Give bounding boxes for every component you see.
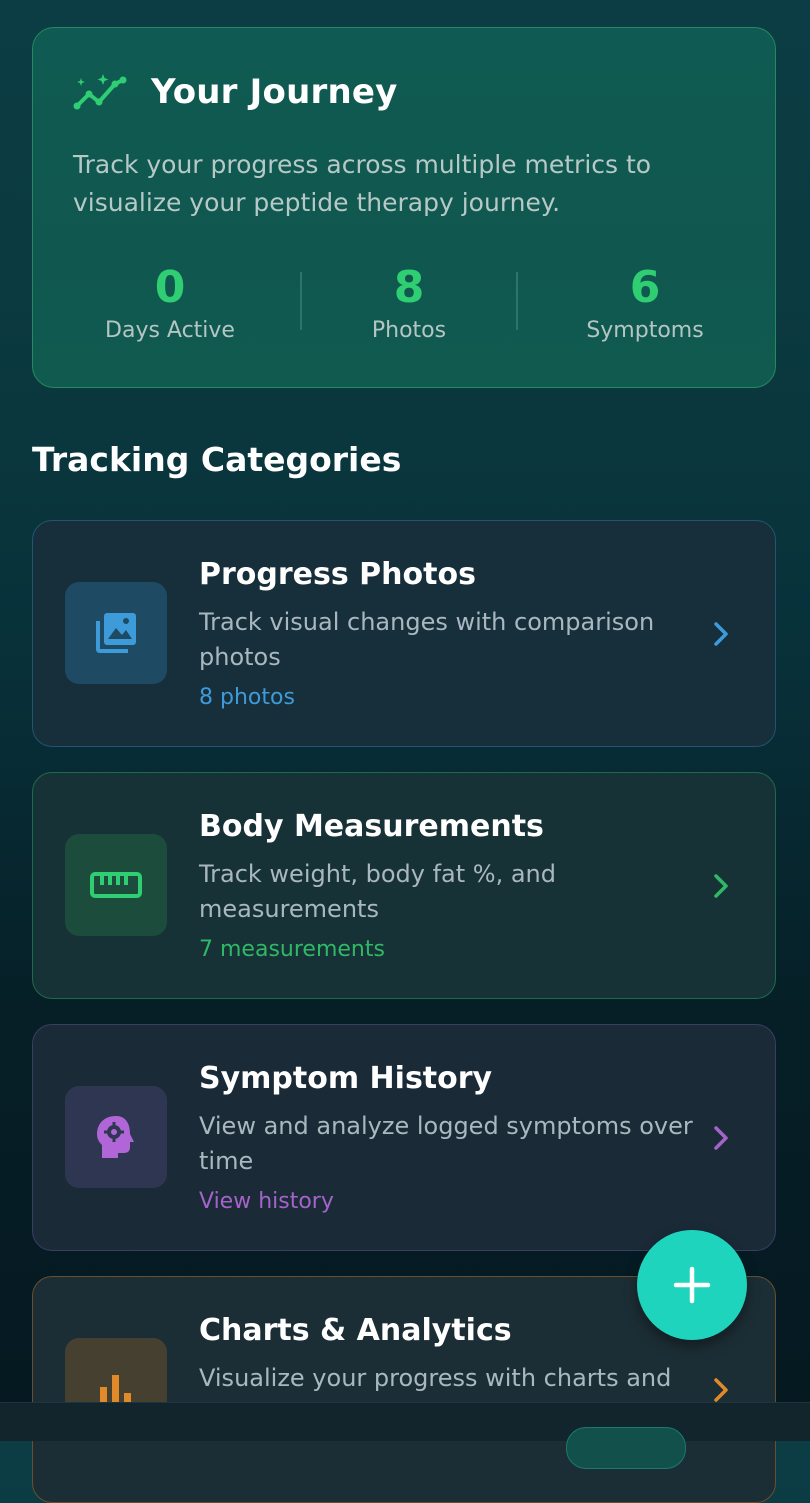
- ruler-icon: [90, 872, 142, 898]
- category-icon-box: [65, 1086, 167, 1188]
- category-progress-photos[interactable]: Progress Photos Track visual changes wit…: [32, 520, 776, 747]
- category-symptom-history[interactable]: Symptom History View and analyze logged …: [32, 1024, 776, 1251]
- category-description: Track visual changes with comparison pho…: [199, 608, 655, 671]
- bottom-nav-active-tab[interactable]: [566, 1427, 686, 1469]
- journey-title: Your Journey: [151, 72, 398, 112]
- category-title: Symptom History: [199, 1061, 493, 1096]
- head-gear-icon: [97, 1116, 134, 1158]
- stat-value: 0: [154, 262, 186, 313]
- journey-description: Track your progress across multiple metr…: [73, 150, 652, 217]
- chevron-right-icon: [714, 874, 728, 898]
- category-body-measurements[interactable]: Body Measurements Track weight, body fat…: [32, 772, 776, 999]
- photo-library-icon: [96, 613, 136, 653]
- stat-label: Photos: [371, 318, 447, 343]
- category-description: View and analyze logged symptoms over ti…: [199, 1112, 693, 1175]
- bottom-navigation-bar: [0, 1402, 810, 1469]
- stat-symptoms: 6 Symptoms: [545, 260, 745, 343]
- category-meta: 8 photos: [199, 685, 295, 710]
- plus-icon: [673, 1266, 711, 1304]
- stat-label: Days Active: [105, 318, 235, 343]
- category-description: Visualize your progress with charts and: [199, 1364, 672, 1392]
- category-title: Progress Photos: [199, 557, 476, 592]
- chevron-right-icon: [714, 622, 728, 646]
- category-meta[interactable]: View history: [199, 1189, 334, 1214]
- category-icon-box: [65, 582, 167, 684]
- journey-stats: 0 Days Active 8 Photos 6 Symptoms: [33, 260, 775, 360]
- category-meta: 7 measurements: [199, 937, 385, 962]
- category-icon-box: [65, 834, 167, 936]
- journey-card: Your Journey Track your progress across …: [32, 27, 776, 388]
- section-title: Tracking Categories: [32, 440, 402, 479]
- stat-photos: 8 Photos: [309, 260, 509, 343]
- trending-sparkle-icon: [73, 74, 127, 110]
- chevron-right-icon: [714, 1378, 728, 1402]
- stat-value: 8: [393, 262, 425, 313]
- journey-header: Your Journey: [73, 72, 397, 112]
- chevron-right-icon: [714, 1126, 728, 1150]
- category-title: Body Measurements: [199, 809, 544, 844]
- stat-divider: [516, 272, 518, 330]
- stat-days-active: 0 Days Active: [70, 260, 270, 343]
- category-title: Charts & Analytics: [199, 1313, 512, 1348]
- add-entry-button[interactable]: [637, 1230, 747, 1340]
- stat-value: 6: [629, 262, 661, 313]
- stat-divider: [300, 272, 302, 330]
- category-description: Track weight, body fat %, and measuremen…: [199, 860, 556, 923]
- stat-label: Symptoms: [586, 318, 704, 343]
